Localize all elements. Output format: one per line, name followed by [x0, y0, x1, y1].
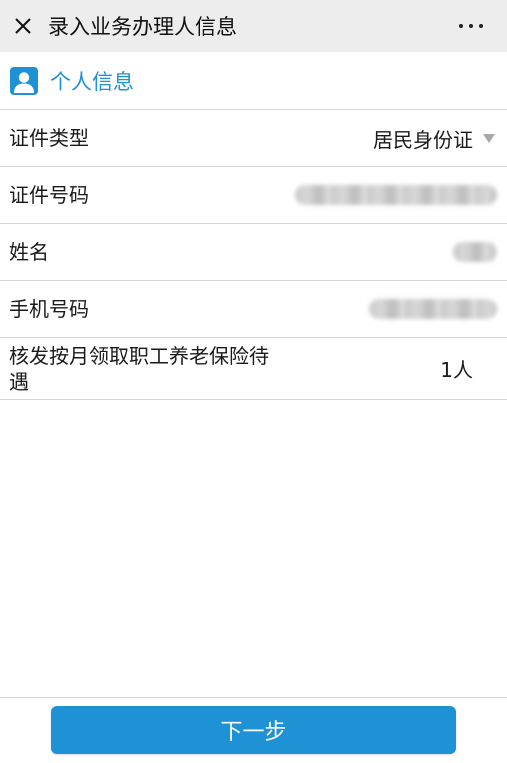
- page-title: 录入业务办理人信息: [48, 15, 237, 39]
- phone-label: 手机号码: [9, 297, 89, 321]
- pension-value: 1人: [440, 358, 473, 382]
- name-label: 姓名: [9, 240, 49, 264]
- phone-row[interactable]: 手机号码: [0, 281, 507, 338]
- pension-label: 核发按月领取职工养老保险待遇: [9, 343, 269, 394]
- id-number-row[interactable]: 证件号码: [0, 167, 507, 224]
- more-button[interactable]: [451, 0, 491, 52]
- close-icon: [15, 18, 31, 34]
- user-icon: [10, 66, 38, 95]
- id-type-label: 证件类型: [9, 126, 89, 150]
- name-row[interactable]: 姓名: [0, 224, 507, 281]
- name-field-redacted[interactable]: [453, 242, 497, 262]
- id-number-field-redacted[interactable]: [295, 185, 497, 205]
- id-number-label: 证件号码: [9, 183, 89, 207]
- next-step-button[interactable]: 下一步: [51, 706, 456, 754]
- section-header: 个人信息: [0, 52, 507, 110]
- personal-info-form: 证件类型 居民身份证 证件号码 姓名 手机号码 核发按月领取职工养老保险待遇 1…: [0, 110, 507, 400]
- close-button[interactable]: [0, 0, 46, 52]
- dropdown-caret-icon: [483, 133, 495, 143]
- id-type-row[interactable]: 证件类型 居民身份证: [0, 110, 507, 167]
- id-type-select[interactable]: 居民身份证: [373, 124, 497, 153]
- bottom-bar: 下一步: [0, 697, 507, 763]
- title-bar: 录入业务办理人信息: [0, 0, 507, 52]
- id-type-value: 居民身份证: [373, 127, 473, 152]
- phone-field-redacted[interactable]: [369, 299, 497, 319]
- section-title: 个人信息: [50, 69, 134, 94]
- pension-row[interactable]: 核发按月领取职工养老保险待遇 1人: [0, 338, 507, 400]
- app-window: 录入业务办理人信息 个人信息 证件类型 居民身份证 证件号码 姓名 手机号码 核…: [0, 0, 507, 763]
- more-dots-icon: [459, 24, 463, 28]
